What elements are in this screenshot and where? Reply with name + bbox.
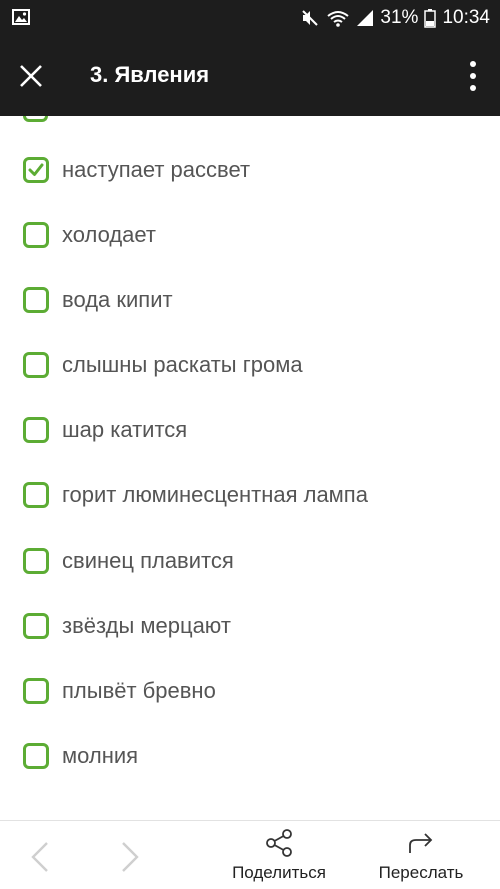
status-bar: 31% 10:34 <box>0 0 500 36</box>
item-label: холодает <box>62 222 156 247</box>
close-icon[interactable] <box>16 61 46 91</box>
checkbox[interactable] <box>23 417 49 443</box>
options-list: наступает рассвет холодает вода кипит сл… <box>0 116 500 820</box>
list-item[interactable]: наступает рассвет <box>0 145 500 195</box>
battery-icon <box>424 9 437 28</box>
mute-icon <box>302 10 319 26</box>
signal-icon <box>357 10 374 26</box>
image-icon <box>12 9 30 25</box>
item-label: свинец плавится <box>62 548 234 573</box>
item-label: вода кипит <box>62 287 173 312</box>
share-button[interactable]: Поделиться <box>220 821 338 889</box>
item-label: молния <box>62 743 139 768</box>
chevron-right-icon[interactable] <box>113 839 143 875</box>
page-title: 3. Явления <box>90 62 210 87</box>
item-label: шар катится <box>62 417 188 442</box>
item-label: звёзды мерцают <box>62 613 231 638</box>
chevron-left-icon[interactable] <box>27 839 57 875</box>
list-item[interactable]: вода кипит <box>0 275 500 325</box>
list-item[interactable]: слышны раскаты грома <box>0 340 500 390</box>
forward-arrow-icon <box>409 833 433 853</box>
status-right: 31% 10:34 <box>300 0 490 36</box>
checkbox[interactable] <box>23 613 49 639</box>
bottom-bar: Поделиться Переслать <box>0 820 500 889</box>
checkbox[interactable] <box>23 482 49 508</box>
checkbox-partial[interactable] <box>23 116 48 122</box>
checkbox[interactable] <box>23 222 49 248</box>
battery-percent: 31% <box>380 7 419 28</box>
item-label: горит люминесцентная лампа <box>62 482 368 507</box>
checkbox[interactable] <box>23 743 49 769</box>
app-bar: 3. Явления <box>0 36 500 116</box>
wifi-icon <box>327 11 350 27</box>
list-item[interactable]: плывёт бревно <box>0 666 500 716</box>
list-item[interactable]: шар катится <box>0 405 500 455</box>
share-label: Поделиться <box>232 863 326 882</box>
list-item[interactable]: молния <box>0 731 500 781</box>
more-vert-icon[interactable] <box>464 58 482 94</box>
list-item[interactable]: горит люминесцентная лампа <box>0 470 500 520</box>
list-item[interactable]: звёзды мерцают <box>0 601 500 651</box>
checkmark-icon <box>28 163 44 176</box>
item-label: слышны раскаты грома <box>62 352 303 377</box>
checkbox[interactable] <box>23 157 49 183</box>
checkbox[interactable] <box>23 678 49 704</box>
item-label: наступает рассвет <box>62 157 251 182</box>
share-icon <box>266 829 292 857</box>
checkbox[interactable] <box>23 287 49 313</box>
list-item[interactable]: холодает <box>0 210 500 260</box>
clock: 10:34 <box>442 7 490 28</box>
list-item[interactable]: свинец плавится <box>0 536 500 586</box>
checkbox[interactable] <box>23 352 49 378</box>
checkbox[interactable] <box>23 548 49 574</box>
item-label: плывёт бревно <box>62 678 216 703</box>
forward-label: Переслать <box>378 863 464 882</box>
forward-button[interactable]: Переслать <box>362 821 480 889</box>
